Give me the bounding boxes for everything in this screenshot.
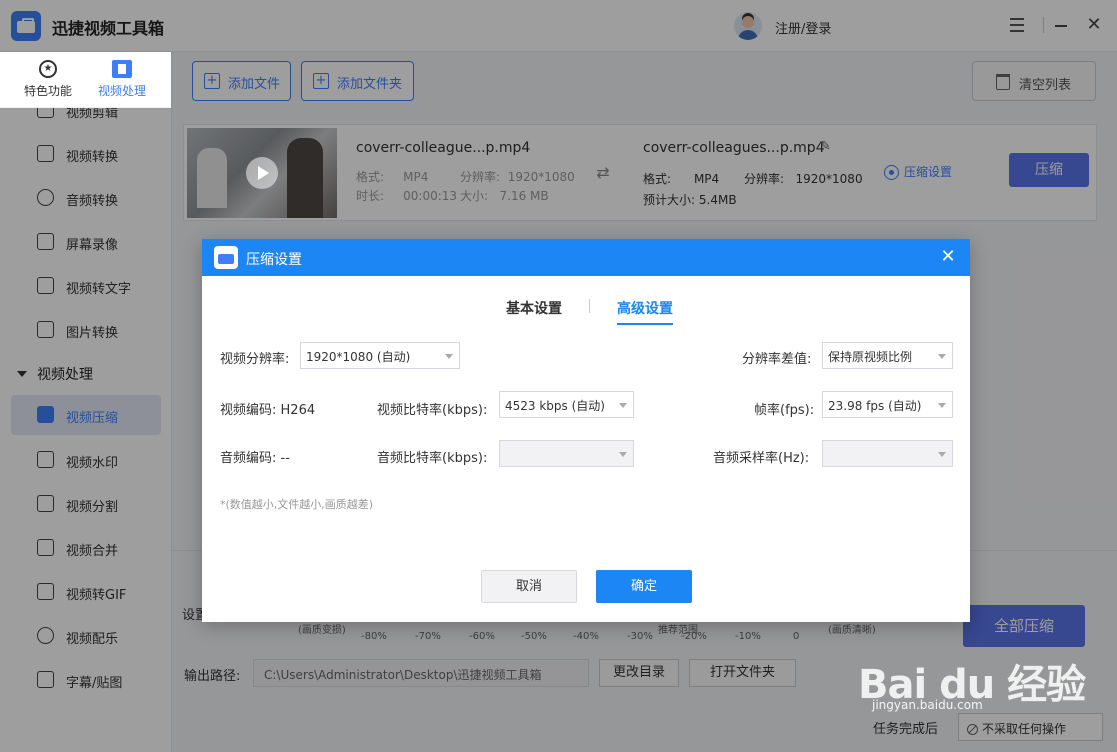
- audio-bitrate-label: 音频比特率(kbps):: [377, 451, 488, 466]
- tab-video-processing[interactable]: 视频处理: [86, 60, 158, 99]
- baidu-watermark: Bai du 经验 jingyan.baidu.com: [858, 642, 1098, 712]
- fps-label: 帧率(fps):: [754, 403, 815, 418]
- tab-advanced-settings[interactable]: 高级设置: [617, 298, 673, 325]
- ok-button[interactable]: 确定: [596, 570, 692, 603]
- tab-special-features[interactable]: ★ 特色功能: [12, 60, 84, 99]
- cancel-button[interactable]: 取消: [481, 570, 577, 603]
- fps-select[interactable]: 23.98 fps (自动): [822, 391, 953, 418]
- chevron-down-icon: [445, 354, 453, 359]
- chevron-down-icon: [619, 403, 627, 408]
- video-codec-label: 视频编码: H264: [220, 403, 316, 418]
- video-resolution-select[interactable]: 1920*1080 (自动): [300, 342, 460, 369]
- audio-sample-rate-label: 音频采样率(Hz):: [713, 451, 810, 466]
- play-icon[interactable]: [246, 157, 278, 189]
- chevron-down-icon: [619, 452, 627, 457]
- resolution-diff-select[interactable]: 保持原视频比例: [822, 342, 953, 369]
- audio-sample-rate-select[interactable]: [822, 440, 953, 467]
- tab-divider: [589, 299, 590, 313]
- quality-hint: *(数值越小,文件越小,画质越差): [220, 498, 374, 511]
- sidebar-tabs: ★ 特色功能 视频处理: [0, 52, 171, 108]
- dialog-title: 压缩设置: [246, 252, 302, 268]
- tab-label: 特色功能: [23, 84, 72, 98]
- dialog-close-icon[interactable]: ✕: [938, 247, 958, 267]
- video-bitrate-select[interactable]: 4523 kbps (自动): [499, 391, 634, 418]
- resolution-diff-label: 分辨率差值:: [742, 352, 812, 367]
- toolbox-icon: [214, 246, 238, 269]
- baidu-url: jingyan.baidu.com: [872, 698, 983, 712]
- video-bitrate-label: 视频比特率(kbps):: [377, 403, 488, 418]
- dialog-header: 压缩设置 ✕: [202, 239, 970, 276]
- audio-codec-label: 音频编码: --: [220, 451, 290, 466]
- chevron-down-icon: [938, 403, 946, 408]
- star-icon: ★: [39, 60, 57, 78]
- tab-basic-settings[interactable]: 基本设置: [506, 298, 562, 318]
- chevron-down-icon: [938, 354, 946, 359]
- film-icon: [112, 60, 132, 78]
- compress-settings-dialog: 压缩设置 ✕ 基本设置 高级设置 视频分辨率: 1920*1080 (自动) 分…: [202, 239, 970, 622]
- audio-bitrate-select[interactable]: [499, 440, 634, 467]
- video-resolution-label: 视频分辨率:: [220, 352, 290, 367]
- tab-label: 视频处理: [97, 84, 146, 98]
- chevron-down-icon: [938, 452, 946, 457]
